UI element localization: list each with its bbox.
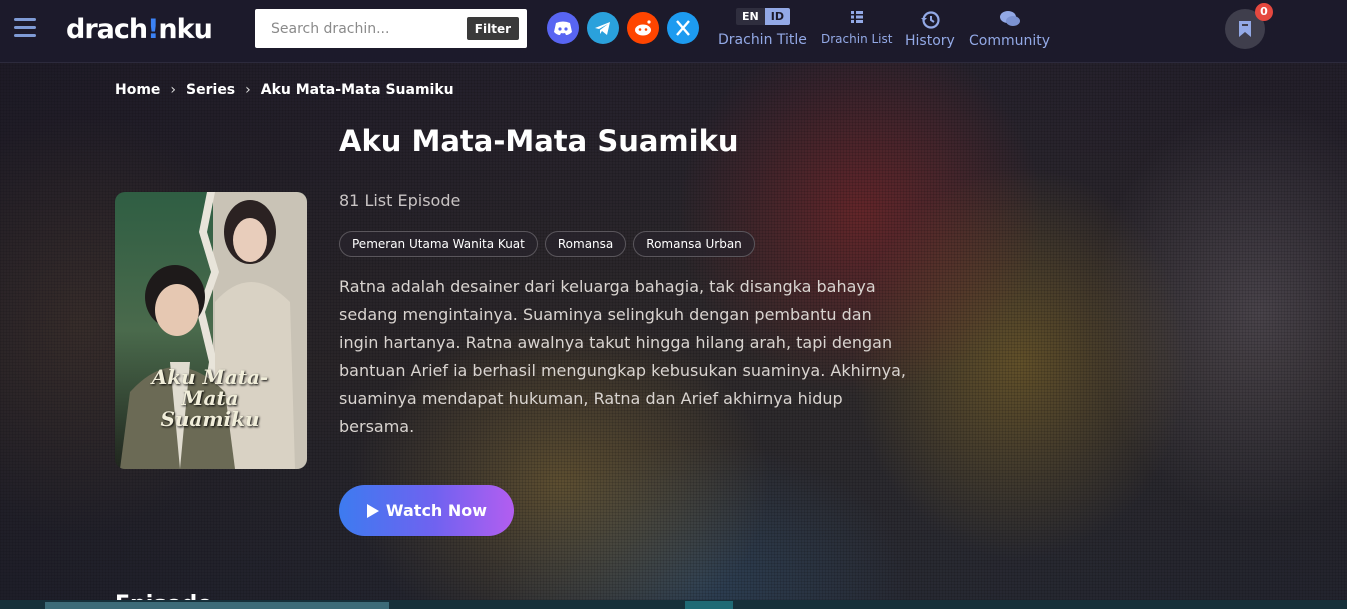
breadcrumb-current: Aku Mata-Mata Suamiku: [260, 82, 454, 98]
lang-en-button[interactable]: EN: [736, 8, 765, 25]
language-switch: EN ID: [736, 8, 790, 25]
watch-now-button[interactable]: Watch Now: [339, 485, 514, 536]
nav-drachin-list[interactable]: Drachin List: [821, 10, 892, 46]
breadcrumb-series[interactable]: Series: [186, 82, 235, 98]
lang-id-button[interactable]: ID: [764, 8, 790, 25]
breadcrumb-separator: ›: [245, 82, 251, 98]
telegram-icon[interactable]: [587, 12, 619, 44]
search-box: Filter: [255, 9, 527, 48]
genre-tag[interactable]: Pemeran Utama Wanita Kuat: [339, 231, 538, 257]
series-poster: Aku Mata-Mata Suamiku: [115, 192, 307, 469]
bottom-episode-strip: [0, 600, 1347, 609]
breadcrumb-home[interactable]: Home: [115, 82, 160, 98]
comments-icon: [999, 11, 1020, 26]
genre-tags: Pemeran Utama Wanita Kuat Romansa Romans…: [339, 231, 755, 257]
series-synopsis: Ratna adalah desainer dari keluarga baha…: [339, 277, 906, 436]
filter-button[interactable]: Filter: [466, 17, 519, 40]
breadcrumb-separator: ›: [170, 82, 177, 98]
discord-icon[interactable]: [547, 12, 579, 44]
nav-history[interactable]: History: [905, 10, 955, 49]
list-icon: [850, 11, 863, 23]
breadcrumb: Home › Series › Aku Mata-Mata Suamiku: [115, 82, 454, 98]
top-navbar: drach!nku Filter EN ID Drachin Title Dra…: [0, 0, 1347, 63]
site-logo[interactable]: drach!nku: [66, 12, 213, 48]
bookmark-icon: [1239, 21, 1251, 37]
reddit-icon[interactable]: [627, 12, 659, 44]
series-title: Aku Mata-Mata Suamiku: [339, 124, 739, 158]
genre-tag[interactable]: Romansa: [544, 231, 627, 257]
history-icon: [920, 11, 940, 29]
genre-tag[interactable]: Romansa Urban: [633, 231, 755, 257]
search-input[interactable]: [255, 9, 455, 48]
watch-now-label: Watch Now: [385, 501, 488, 520]
nav-community[interactable]: Community: [969, 10, 1050, 49]
poster-caption: Aku Mata-Mata Suamiku: [151, 365, 269, 431]
bookmark-count-badge: 0: [1255, 3, 1273, 21]
episode-count: 81 List Episode: [339, 191, 461, 210]
x-icon[interactable]: [667, 12, 699, 44]
hamburger-menu-icon[interactable]: [14, 18, 36, 38]
play-icon: [366, 503, 379, 518]
nav-drachin-title[interactable]: Drachin Title: [718, 32, 807, 48]
